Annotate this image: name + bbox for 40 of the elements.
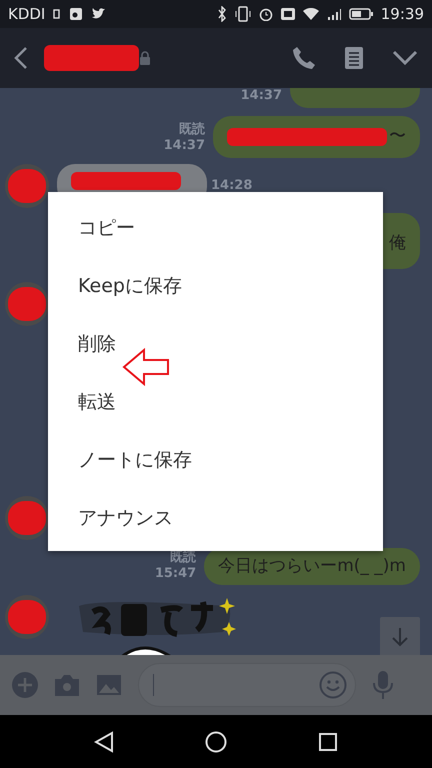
avatar [5, 496, 49, 540]
lock-icon [139, 51, 151, 65]
alarm-icon [258, 7, 273, 21]
menu-item[interactable]: ノートに保存 [48, 431, 383, 489]
vibrate-icon [234, 6, 251, 22]
timestamp: 14:37 [164, 138, 205, 154]
message-text: 今日はつらいーm(_ _)m [218, 554, 406, 578]
timestamp: 15:47 [154, 566, 196, 582]
back-nav-icon[interactable] [94, 730, 114, 752]
menu-item[interactable]: 転送 [48, 373, 383, 431]
recents-icon[interactable] [318, 732, 338, 752]
signal-icon [326, 8, 341, 20]
avatar [5, 164, 49, 208]
timestamp: 14:28 [211, 178, 252, 194]
message-text: 俺 [389, 232, 406, 255]
read-receipt: 既読 [169, 550, 196, 566]
pointer-arrow [122, 348, 170, 386]
chevron-down-icon[interactable] [392, 50, 418, 66]
avatar [5, 282, 49, 326]
message-input-field[interactable] [138, 663, 356, 707]
menu-item[interactable]: コピー [48, 199, 383, 257]
clock-text: 19:39 [380, 4, 424, 25]
phone-icon[interactable] [292, 46, 316, 70]
avatar [5, 595, 49, 640]
battery-icon [348, 8, 373, 20]
home-icon[interactable] [204, 730, 227, 752]
back-icon[interactable] [14, 46, 28, 70]
hd-icon [280, 8, 295, 20]
arrow-down-icon [391, 627, 409, 648]
menu-item[interactable]: Keepに保存 [48, 257, 383, 315]
message-text: 〜 [389, 124, 406, 148]
bird-icon [91, 8, 106, 20]
timestamp: 14:37 [240, 88, 282, 104]
read-receipt: 既読 [178, 122, 205, 138]
notes-icon[interactable] [344, 46, 364, 70]
bluetooth-icon [216, 6, 227, 22]
menu-item[interactable]: アナウンス [48, 489, 383, 547]
carrier-text: KDDI [8, 4, 46, 25]
wifi-icon [302, 8, 319, 20]
menu-item[interactable]: 削除 [48, 315, 383, 373]
